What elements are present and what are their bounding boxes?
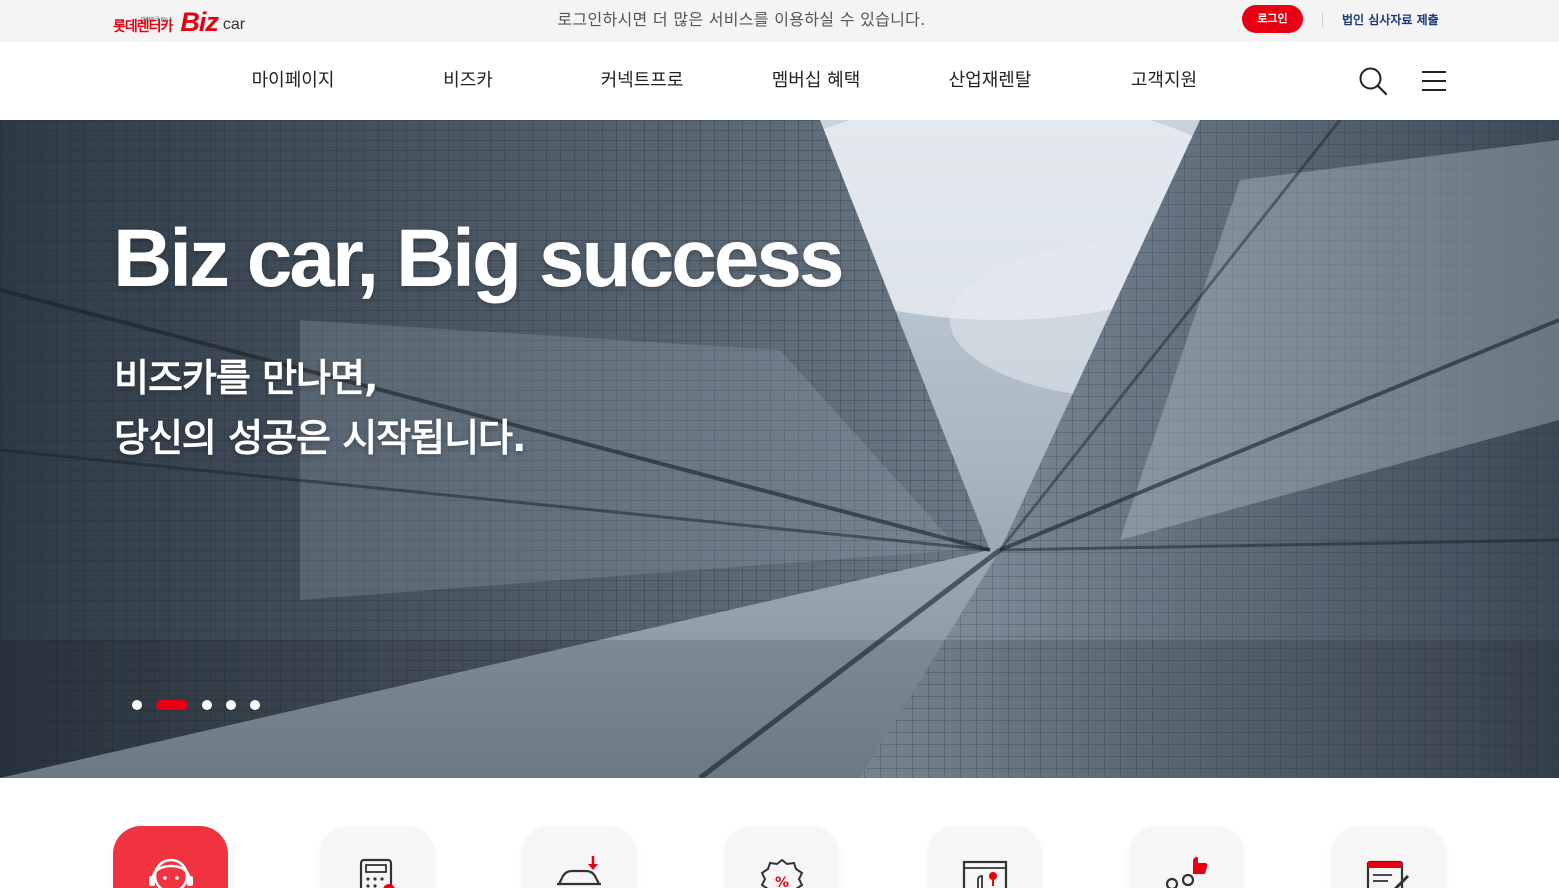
top-utility-bar: 대한민국 No.1 롯데렌터카 Biz car 로그인하시면 더 많은 서비스를…: [0, 0, 1559, 42]
quick-item-discount[interactable]: %: [724, 826, 839, 888]
divider: [1322, 12, 1323, 27]
quick-item-car-download[interactable]: [522, 826, 637, 888]
hero-title: Biz car, Big success: [113, 213, 845, 304]
nav-item-membership[interactable]: 멤버십 혜택: [741, 42, 891, 120]
quick-item-document[interactable]: [1331, 826, 1446, 888]
thumbs-up-people-icon: [1165, 856, 1208, 888]
login-button[interactable]: 로그인: [1242, 5, 1303, 33]
svg-text:%: %: [775, 875, 789, 888]
hero-subtitle-line-1: 비즈카를 만나면,: [114, 356, 378, 400]
slide-dot-2-active[interactable]: [156, 700, 188, 710]
quick-item-calculator[interactable]: [320, 826, 435, 888]
quick-menu: %: [0, 778, 1559, 888]
slide-dot-4[interactable]: [226, 700, 236, 710]
calculator-icon: [359, 858, 395, 888]
global-navigation: 마이페이지 비즈카 커넥트프로 멤버십 혜택 산업재렌탈 고객지원: [0, 42, 1559, 120]
document-edit-icon: [1366, 860, 1410, 888]
nav-item-mypage[interactable]: 마이페이지: [218, 42, 368, 120]
slide-dot-5[interactable]: [250, 700, 260, 710]
hamburger-menu-icon[interactable]: [1420, 69, 1448, 93]
corporate-document-submit-link[interactable]: 법인 심사자료 제출: [1342, 0, 1439, 40]
map-pin-icon: [962, 860, 1008, 888]
quick-item-consultant[interactable]: [113, 826, 228, 888]
quick-item-map[interactable]: [927, 826, 1042, 888]
slide-dot-1[interactable]: [132, 700, 142, 710]
nav-item-connectpro[interactable]: 커넥트프로: [567, 42, 717, 120]
slide-pagination: [114, 690, 274, 720]
search-icon[interactable]: [1358, 66, 1388, 96]
hero-subtitle: 비즈카를 만나면, 당신의 성공은 시작됩니다.: [114, 348, 526, 468]
discount-badge-icon: %: [760, 858, 804, 888]
consultant-icon: [149, 858, 193, 888]
hero-banner[interactable]: Biz car, Big success 비즈카를 만나면, 당신의 성공은 시…: [0, 120, 1559, 778]
slide-dot-3[interactable]: [202, 700, 212, 710]
nav-item-bizcar[interactable]: 비즈카: [393, 42, 543, 120]
nav-item-customer-support[interactable]: 고객지원: [1089, 42, 1239, 120]
quick-item-recommend[interactable]: [1129, 826, 1244, 888]
nav-item-industrial-rental[interactable]: 산업재렌탈: [915, 42, 1065, 120]
hero-subtitle-line-2: 당신의 성공은 시작됩니다.: [114, 416, 526, 460]
car-download-icon: [557, 856, 601, 886]
